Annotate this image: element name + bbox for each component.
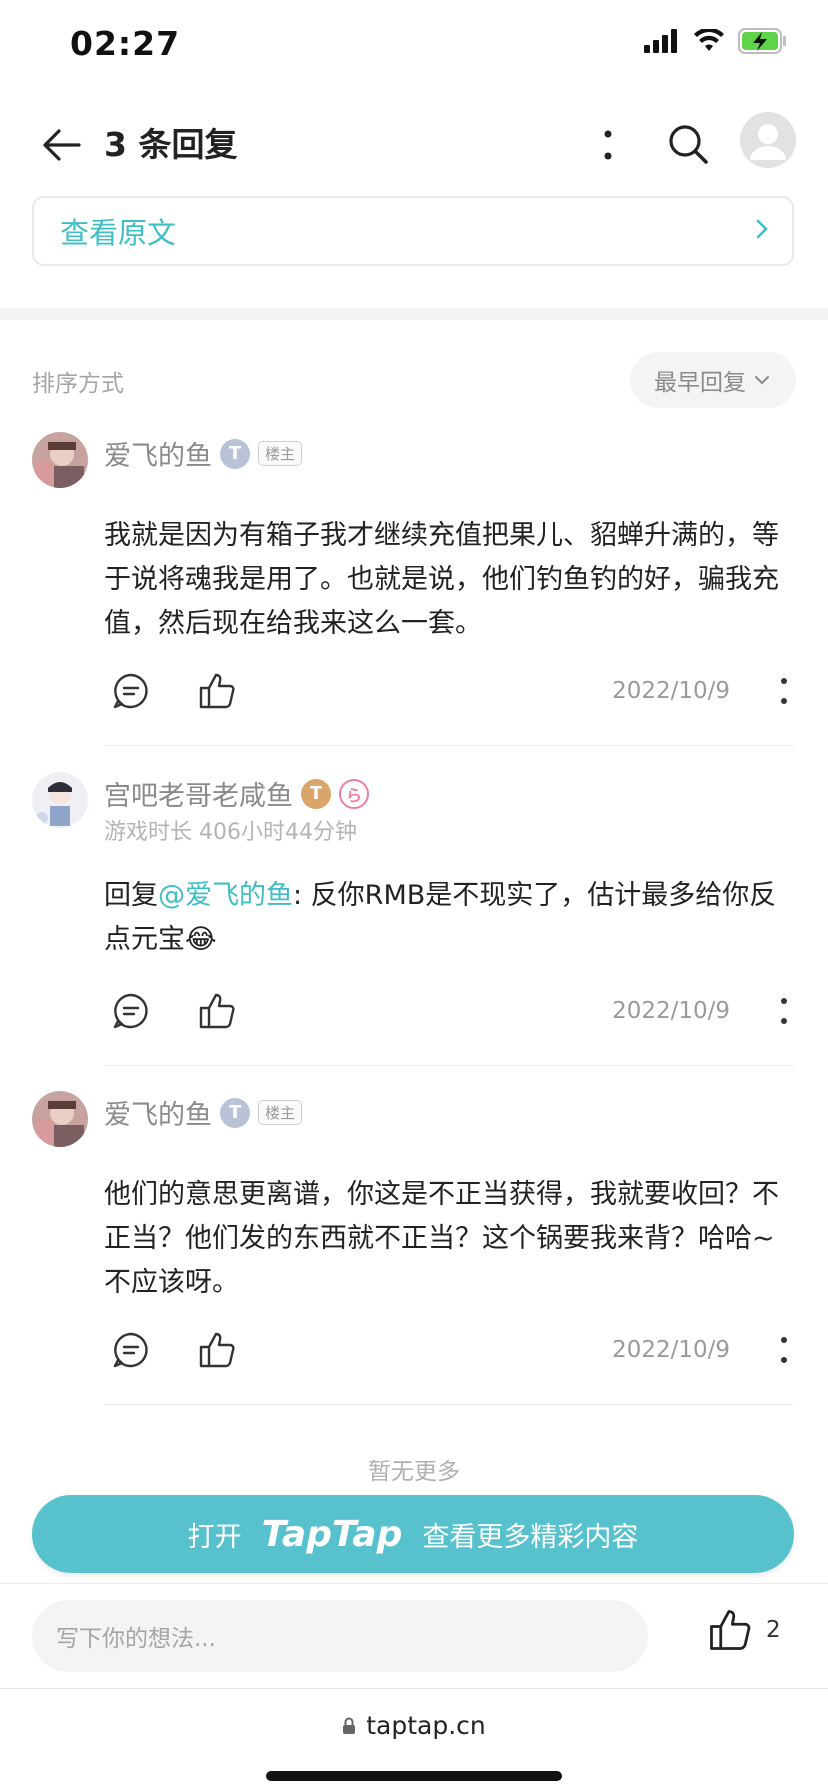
view-original-button[interactable]: 查看原文 — [32, 196, 794, 266]
more-vertical-icon — [781, 998, 787, 1024]
comment-text: 回复@爱飞的鱼: 反你RMB是不现实了，估计最多给你反点元宝😂 — [104, 874, 794, 962]
no-more-text: 暂无更多 — [368, 1459, 460, 1485]
comment-actions: 2022/10/9 — [104, 668, 794, 718]
search-icon — [669, 125, 708, 164]
comment-actions: 2022/10/9 — [104, 1327, 794, 1377]
avatar[interactable] — [32, 772, 88, 828]
reply-button[interactable] — [108, 1327, 154, 1373]
reply-prefix: 回复 — [104, 880, 158, 911]
search-button[interactable] — [660, 114, 716, 174]
like-button[interactable] — [194, 988, 240, 1034]
thumbs-up-icon — [199, 673, 235, 709]
arrow-left-icon — [43, 129, 81, 161]
mention-link[interactable]: @爱飞的鱼 — [158, 880, 293, 911]
open-app-prefix: 打开 — [187, 1521, 242, 1553]
username[interactable]: 爱飞的鱼 — [104, 434, 212, 473]
lock-icon — [343, 1717, 356, 1734]
sort-selected-value: 最早回复 — [654, 370, 746, 396]
comment-date: 2022/10/9 — [612, 998, 730, 1024]
more-vertical-icon — [604, 130, 612, 160]
separator — [104, 745, 794, 746]
page: 02:27 3 条回复 查看原文 排序方式 最早回复 爱飞的鱼 T 楼主 我就是… — [0, 0, 828, 1792]
status-icons — [644, 27, 788, 58]
separator — [104, 1404, 794, 1405]
sort-label: 排序方式 — [32, 371, 124, 397]
owner-badge: 楼主 — [258, 441, 303, 466]
comment-more-button[interactable] — [774, 668, 794, 714]
open-app-button[interactable]: 打开 TapTap 查看更多精彩内容 — [32, 1495, 794, 1573]
wifi-icon — [694, 27, 724, 57]
user-avatar-button[interactable] — [740, 112, 796, 168]
thumbs-up-icon — [199, 1332, 235, 1368]
comment-actions: 2022/10/9 — [104, 988, 794, 1038]
username[interactable]: 爱飞的鱼 — [104, 1093, 212, 1132]
view-original-label: 查看原文 — [60, 216, 177, 250]
comment-header: 爱飞的鱼 T 楼主 — [104, 434, 303, 473]
username[interactable]: 宫吧老哥老咸鱼 — [104, 774, 293, 813]
back-button[interactable] — [36, 120, 86, 170]
like-button[interactable] — [194, 668, 240, 714]
status-time: 02:27 — [70, 24, 181, 63]
like-count: 2 — [766, 1617, 781, 1643]
sort-dropdown[interactable]: 最早回复 — [630, 352, 796, 408]
reply-icon — [113, 1332, 148, 1368]
like-button[interactable] — [194, 1327, 240, 1373]
comment-header: 爱飞的鱼 T 楼主 — [104, 1093, 303, 1132]
open-app-suffix: 查看更多精彩内容 — [422, 1521, 639, 1553]
thumbs-up-icon — [710, 1610, 751, 1650]
url-text: taptap.cn — [366, 1711, 486, 1740]
level-badge-icon: T — [220, 1097, 250, 1128]
avatar[interactable] — [32, 432, 88, 488]
comment-text: 他们的意思更离谱，你这是不正当获得，我就要收回？不正当？他们发的东西就不正当？这… — [104, 1179, 779, 1298]
signal-icon — [644, 29, 680, 57]
creator-badge-icon: ら — [339, 778, 369, 809]
comment-header: 宫吧老哥老咸鱼 T ら — [104, 774, 369, 813]
reply-button[interactable] — [108, 668, 154, 714]
status-bar: 02:27 — [0, 0, 828, 90]
browser-url-bar: taptap.cn — [0, 1688, 828, 1792]
sort-row: 排序方式 最早回复 — [0, 350, 828, 410]
post-like-button[interactable]: 2 — [708, 1608, 781, 1652]
comment-input[interactable]: 写下你的想法... — [32, 1600, 648, 1672]
level-badge-icon: T — [301, 778, 331, 809]
more-vertical-icon — [781, 1337, 787, 1363]
page-title: 3 条回复 — [104, 125, 238, 164]
comment-input-bar: 写下你的想法... 2 — [0, 1583, 828, 1689]
comment-date: 2022/10/9 — [612, 1337, 730, 1363]
taptap-brand: TapTap — [261, 1513, 403, 1555]
more-options-button[interactable] — [588, 120, 628, 170]
playtime: 游戏时长 406小时44分钟 — [104, 820, 357, 845]
comment-text: 我就是因为有箱子我才继续充值把果儿、貂蝉升满的，等于说将魂我是用了。也就是说，他… — [104, 520, 779, 639]
reply-icon — [113, 993, 148, 1029]
reply-button[interactable] — [108, 988, 154, 1034]
reply-icon — [113, 673, 148, 709]
battery-charging-icon — [738, 28, 788, 58]
default-avatar-icon — [740, 112, 796, 168]
thumbs-up-icon — [199, 993, 235, 1029]
url-display[interactable]: taptap.cn — [0, 1711, 828, 1740]
comment-more-button[interactable] — [774, 1327, 794, 1373]
separator — [104, 1065, 794, 1066]
app-bar: 3 条回复 — [0, 90, 828, 190]
owner-badge: 楼主 — [258, 1100, 303, 1125]
comment-more-button[interactable] — [774, 988, 794, 1034]
avatar[interactable] — [32, 1091, 88, 1147]
chevron-down-icon — [755, 376, 769, 385]
home-indicator[interactable] — [266, 1771, 562, 1781]
section-divider — [0, 308, 828, 320]
level-badge-icon: T — [220, 438, 250, 469]
more-vertical-icon — [781, 678, 787, 704]
chevron-right-icon — [756, 216, 768, 246]
comment-date: 2022/10/9 — [612, 678, 730, 704]
